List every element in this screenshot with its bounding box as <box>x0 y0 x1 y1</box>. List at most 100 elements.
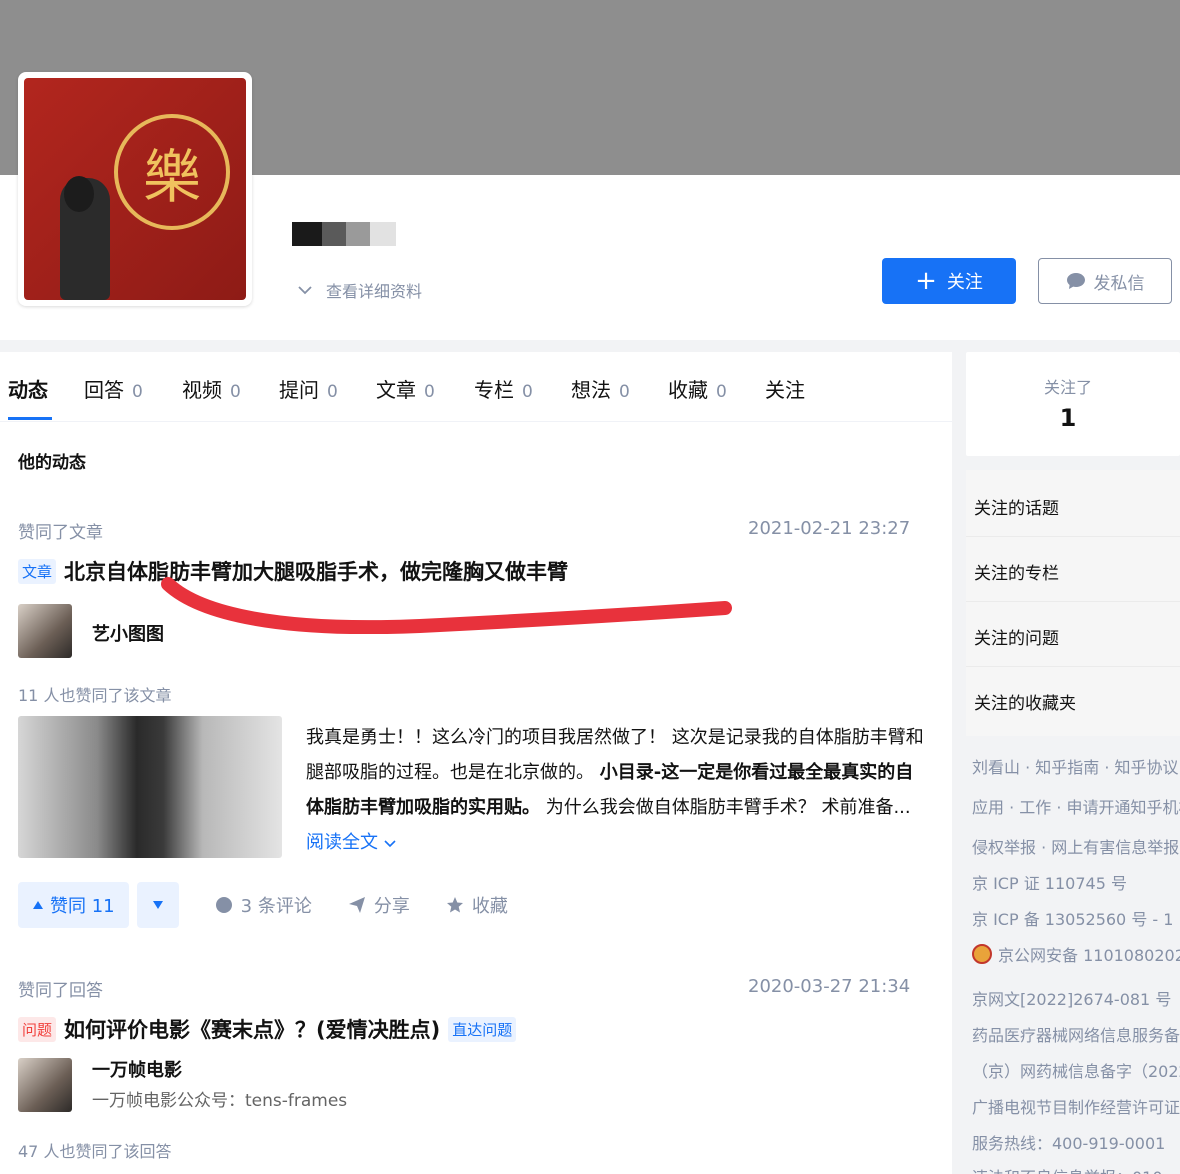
comment-icon <box>215 897 232 913</box>
tab-count: 0 <box>522 382 533 402</box>
message-button-label: 发私信 <box>1093 273 1145 294</box>
view-details-link[interactable]: 查看详细资料 <box>298 278 422 302</box>
tab-count: 0 <box>619 382 630 402</box>
question-title-text: 如何评价电影《赛末点》？(爱情决胜点) <box>64 1018 441 1042</box>
follow-button[interactable]: + 关注 <box>882 258 1016 304</box>
read-more-link[interactable]: 阅读全文 <box>306 832 396 853</box>
footer-license[interactable]: 药品医疗器械网络信息服务备案 <box>972 1022 1180 1046</box>
tab-answers[interactable]: 回答 0 <box>84 374 143 403</box>
following-label: 关注了 <box>1043 378 1092 397</box>
sidebar-footer: 刘看山 · 知乎指南 · 知乎协议 应用 · 工作 · 申请开通知乎机构号 侵权… <box>966 740 1180 1174</box>
tab-count: 0 <box>230 382 241 402</box>
chat-bubble-icon <box>1066 273 1085 289</box>
vote-up-button[interactable]: 赞同 11 <box>18 882 129 928</box>
tab-thoughts[interactable]: 想法 0 <box>571 374 630 403</box>
collect-button[interactable]: 收藏 <box>446 892 508 918</box>
police-badge-icon <box>972 944 992 964</box>
footer-license[interactable]: 广播电视节目制作经营许可证 <box>972 1094 1180 1118</box>
tab-columns[interactable]: 专栏 0 <box>474 374 533 403</box>
tab-questions[interactable]: 提问 0 <box>279 374 338 403</box>
read-more-label: 阅读全文 <box>306 832 378 853</box>
feed-time: 2020-03-27 21:34 <box>748 976 911 997</box>
star-icon <box>446 897 463 913</box>
footer-links[interactable]: 应用 · 工作 · 申请开通知乎机构号 <box>972 794 1180 818</box>
author-name[interactable]: 艺小图图 <box>92 620 164 646</box>
following-count: 1 <box>1059 404 1077 432</box>
share-label: 分享 <box>373 896 410 917</box>
sidebar-link-questions[interactable]: 关注的问题 <box>974 624 1059 649</box>
question-tag: 问题 <box>18 1016 57 1042</box>
direct-question-link[interactable]: 直达问题 <box>448 1016 517 1042</box>
tab-label: 收藏 <box>668 378 708 402</box>
tab-label: 关注 <box>765 378 805 402</box>
comment-label: 3 条评论 <box>240 896 312 917</box>
vote-down-button[interactable] <box>136 882 179 928</box>
main-content: 动态 回答 0 视频 0 提问 0 文章 0 专栏 0 想法 0 收藏 0 关注 他的动态 赞… <box>0 352 952 1174</box>
tab-following[interactable]: 关注 <box>765 374 805 403</box>
sidebar-link-columns[interactable]: 关注的专栏 <box>974 559 1059 584</box>
avatar-image: 樂 <box>24 78 246 300</box>
triangle-down-icon <box>152 901 163 909</box>
avatar-seal: 樂 <box>114 114 230 230</box>
chevron-down-icon <box>384 840 396 848</box>
tab-label: 动态 <box>8 378 48 402</box>
footer-license[interactable]: （京）网药械信息备字（2022） <box>972 1058 1180 1082</box>
author-name[interactable]: 一万帧电影 <box>92 1056 182 1082</box>
footer-license[interactable]: 京网文[2022]2674-081 号 <box>972 986 1171 1010</box>
message-button[interactable]: 发私信 <box>1038 258 1172 304</box>
excerpt-text-end: 为什么我会做自体脂肪丰臂手术？ 术前准备... <box>540 797 911 818</box>
footer-report[interactable]: 违法和不良信息举报：010- <box>972 1164 1168 1174</box>
author-avatar[interactable] <box>18 1058 72 1112</box>
footer-links[interactable]: 刘看山 · 知乎指南 · 知乎协议 <box>972 754 1179 778</box>
section-title: 他的动态 <box>18 453 86 473</box>
sidebar-link-collections[interactable]: 关注的收藏夹 <box>974 689 1076 714</box>
tab-count: 0 <box>716 382 727 402</box>
question-title[interactable]: 问题 如何评价电影《赛末点》？(爱情决胜点) 直达问题 <box>18 1014 517 1044</box>
tab-label: 专栏 <box>474 378 514 402</box>
username-redacted <box>292 222 396 246</box>
footer-icp[interactable]: 京 ICP 证 110745 号 <box>972 870 1127 894</box>
tab-label: 视频 <box>182 378 222 402</box>
tab-active-indicator <box>8 417 52 420</box>
plus-icon: + <box>915 266 937 296</box>
agree-info: 11 人也赞同了该文章 <box>18 686 172 705</box>
vote-up-label: 赞同 11 <box>50 896 115 917</box>
divider <box>966 536 1180 537</box>
tab-label: 想法 <box>571 378 611 402</box>
comment-button[interactable]: 3 条评论 <box>215 892 312 918</box>
author-bio: 一万帧电影公众号：tens-frames <box>92 1091 348 1111</box>
tab-videos[interactable]: 视频 0 <box>182 374 241 403</box>
tab-count: 0 <box>424 382 435 402</box>
tab-count: 0 <box>132 382 143 402</box>
author-avatar[interactable] <box>18 604 72 658</box>
article-excerpt[interactable]: 我真是勇士！！这么冷门的项目我居然做了！ 这次是记录我的自体脂肪丰臂和腿部吸脂的… <box>306 720 930 860</box>
tab-collections[interactable]: 收藏 0 <box>668 374 727 403</box>
red-annotation-stroke <box>161 577 732 634</box>
follow-button-label: 关注 <box>946 272 983 293</box>
avatar-glyph: 樂 <box>142 143 201 211</box>
tab-label: 文章 <box>376 378 416 402</box>
footer-police[interactable]: 京公网安备 11010802020088 号 <box>972 942 1180 966</box>
chevron-down-icon <box>298 286 312 295</box>
sidebar-link-topics[interactable]: 关注的话题 <box>974 494 1059 519</box>
following-card[interactable]: 关注了 1 <box>966 352 1180 456</box>
share-button[interactable]: 分享 <box>348 892 410 918</box>
tab-activity[interactable]: 动态 <box>8 374 48 403</box>
feed-time: 2021-02-21 23:27 <box>748 518 911 539</box>
footer-links[interactable]: 侵权举报 · 网上有害信息举报专区 <box>972 834 1180 858</box>
footer-icp[interactable]: 京 ICP 备 13052560 号 - 1 <box>972 906 1173 930</box>
feed-action: 赞同了回答 <box>18 981 103 1001</box>
divider <box>966 601 1180 602</box>
footer-hotline: 服务热线：400-919-0001 <box>972 1134 1166 1153</box>
paper-plane-icon <box>348 897 365 913</box>
avatar[interactable]: 樂 <box>18 72 252 306</box>
tab-label: 回答 <box>84 378 124 402</box>
following-links: 关注的话题 关注的专栏 关注的问题 关注的收藏夹 <box>966 470 1180 736</box>
feed-action: 赞同了文章 <box>18 523 103 543</box>
article-thumbnail[interactable] <box>18 716 282 858</box>
tab-label: 提问 <box>279 378 319 402</box>
tab-articles[interactable]: 文章 0 <box>376 374 435 403</box>
tab-count: 0 <box>327 382 338 402</box>
footer-police-text: 京公网安备 11010802020088 号 <box>998 946 1180 965</box>
view-details-label: 查看详细资料 <box>326 282 423 301</box>
